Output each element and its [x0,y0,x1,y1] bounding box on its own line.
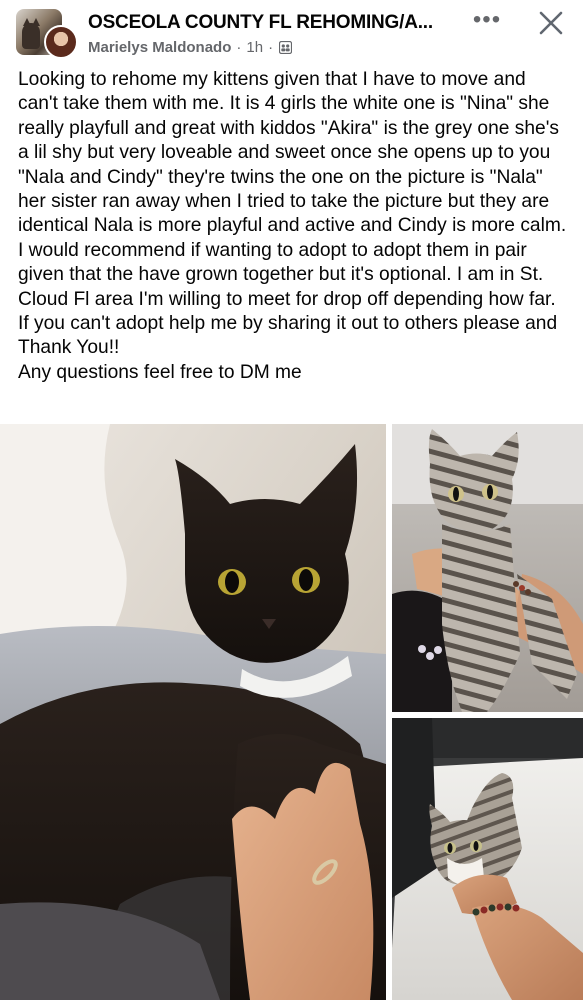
post-text: Looking to rehome my kittens given that … [18,69,567,383]
more-options-icon[interactable]: ••• [472,8,502,34]
separator-dot: · [268,39,274,56]
post-time[interactable]: 1h [246,39,263,56]
photo-grey-tabby[interactable] [392,424,583,712]
avatar-group[interactable] [16,9,82,61]
author-name[interactable]: Marielys Maldonado [88,39,231,56]
photo-tabby-white-kitten[interactable] [392,718,583,1000]
photo-black-kitten[interactable] [0,424,386,1000]
group-name[interactable]: OSCEOLA COUNTY FL REHOMING/A... [88,12,458,34]
post-meta: Marielys Maldonado · 1h · [88,39,293,56]
separator-dot: · [236,39,242,56]
close-icon[interactable] [536,8,566,38]
post-header: OSCEOLA COUNTY FL REHOMING/A... Marielys… [0,0,583,66]
user-avatar[interactable] [44,25,78,59]
group-icon [279,41,293,54]
